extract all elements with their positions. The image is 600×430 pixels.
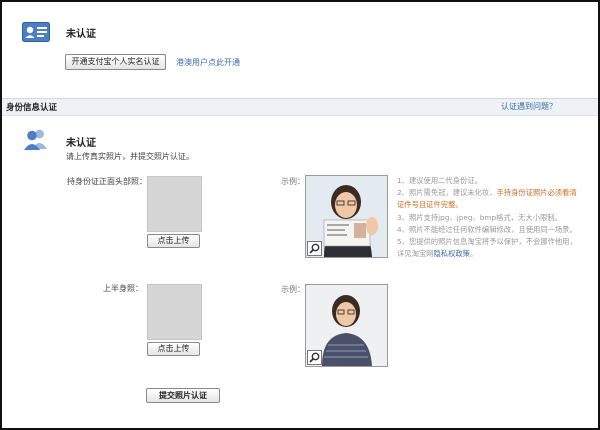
half-body-photo-placeholder [147, 284, 202, 340]
half-body-example-image [305, 284, 388, 367]
submit-photo-verification-button[interactable]: 提交照片认证 [146, 388, 220, 403]
photo-tips: 1、建议使用二代身份证。 2、照片需免冠，建议未化妆，手持身份证照片必须看清证件… [397, 175, 582, 260]
identity-status-text: 未认证 [66, 138, 96, 149]
id-photo-upload-button[interactable]: 点击上传 [147, 234, 200, 248]
verification-help-link[interactable]: 认证遇到问题？ [501, 101, 557, 112]
id-photo-label: 持身份证正面头部照： [67, 177, 147, 186]
magnifier-icon[interactable] [307, 241, 322, 256]
open-real-name-verification-button[interactable]: 开通支付宝个人实名认证 [65, 54, 166, 70]
tip-2: 2、照片需免冠，建议未化妆， [397, 188, 497, 198]
half-body-photo-label: 上半身照： [103, 284, 143, 293]
id-card-icon [22, 22, 50, 42]
tip-3: 3、照片支持jpg、jpeg、bmp格式，无大小限制。 [397, 212, 562, 222]
tip-5-end: 。 [469, 249, 478, 259]
tip-1: 1、建议使用二代身份证。 [397, 176, 482, 185]
id-photo-example-image [305, 175, 388, 258]
section-title: 身份信息认证 [6, 103, 58, 113]
magnifier-icon[interactable] [307, 350, 322, 365]
tip-5: 5、您提供的照片信息淘宝将予以保护，不会挪作他用，详见淘宝网 [397, 237, 577, 259]
hk-macau-users-link[interactable]: 港澳用户点此开通 [176, 57, 240, 68]
half-body-example-label: 示例： [281, 285, 305, 294]
id-photo-example-label: 示例： [281, 177, 305, 186]
tip-4: 4、照片不能经过任何软件编辑修改，且使用同一场景。 [397, 224, 577, 234]
id-photo-placeholder [147, 176, 202, 232]
half-body-photo-upload-button[interactable]: 点击上传 [147, 342, 200, 356]
privacy-policy-link[interactable]: 隐私权政策 [433, 249, 469, 258]
account-status-text: 未认证 [66, 29, 96, 40]
upload-instruction: 请上传真实照片，并提交照片认证。 [66, 152, 194, 161]
users-icon [22, 128, 50, 150]
